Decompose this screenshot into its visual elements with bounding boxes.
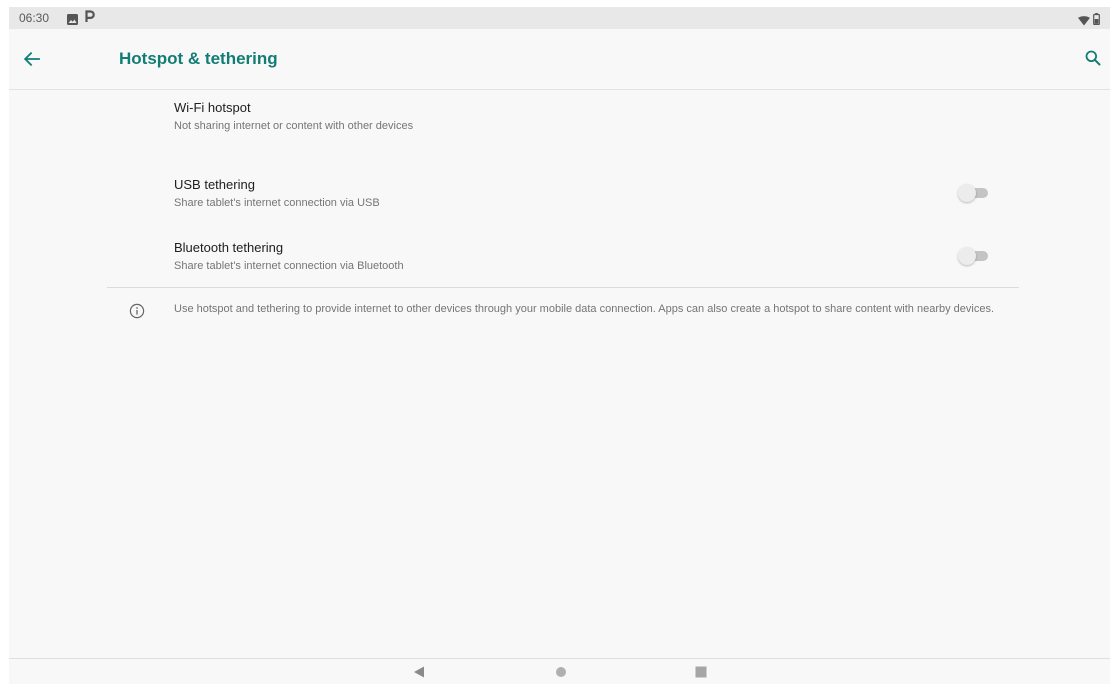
page-title: Hotspot & tethering bbox=[119, 49, 278, 68]
battery-icon bbox=[1093, 12, 1100, 30]
nav-home-icon[interactable] bbox=[555, 665, 567, 683]
back-button[interactable] bbox=[19, 46, 45, 72]
search-button[interactable] bbox=[1081, 46, 1105, 70]
nav-bar bbox=[9, 658, 1110, 684]
bluetooth-tethering-item[interactable]: Bluetooth tethering Share tablet's inter… bbox=[9, 230, 1110, 286]
status-time: 06:30 bbox=[19, 11, 50, 25]
usb-tethering-title: USB tethering bbox=[174, 177, 255, 192]
status-bar: 06:30 bbox=[9, 7, 1110, 29]
wifi-hotspot-summary: Not sharing internet or content with oth… bbox=[174, 120, 414, 132]
p-icon bbox=[85, 10, 95, 28]
nav-recents-icon[interactable] bbox=[695, 665, 707, 683]
bluetooth-tethering-summary: Share tablet's internet connection via B… bbox=[174, 260, 404, 272]
bluetooth-tethering-toggle[interactable] bbox=[958, 247, 990, 265]
wifi-hotspot-title: Wi-Fi hotspot bbox=[174, 100, 251, 115]
arrow-back-icon bbox=[24, 52, 40, 66]
wifi-hotspot-item[interactable]: Wi-Fi hotspot Not sharing internet or co… bbox=[9, 90, 1110, 154]
info-icon bbox=[129, 303, 145, 324]
usb-tethering-toggle[interactable] bbox=[958, 184, 990, 202]
bluetooth-tethering-title: Bluetooth tethering bbox=[174, 240, 284, 255]
usb-tethering-summary: Share tablet's internet connection via U… bbox=[174, 197, 380, 209]
photo-icon bbox=[67, 12, 78, 30]
divider bbox=[107, 287, 1019, 288]
nav-back-icon[interactable] bbox=[413, 665, 425, 683]
info-text: Use hotspot and tethering to provide int… bbox=[174, 303, 995, 315]
usb-tethering-item[interactable]: USB tethering Share tablet's internet co… bbox=[9, 167, 1110, 225]
toggle-thumb bbox=[958, 247, 976, 265]
toolbar: Hotspot & tethering bbox=[9, 29, 1110, 90]
screen: 06:30 Hotspot & tethering Wi-Fi hotspot … bbox=[9, 7, 1110, 684]
toggle-thumb bbox=[958, 184, 976, 202]
search-icon bbox=[1085, 50, 1101, 66]
